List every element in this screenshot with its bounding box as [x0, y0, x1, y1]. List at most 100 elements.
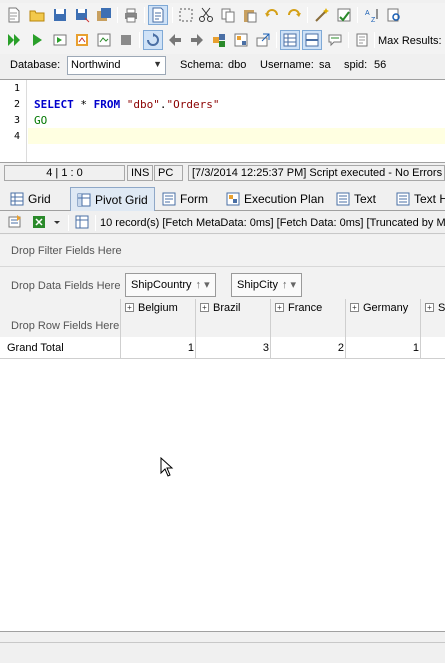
database-select[interactable]: Northwind ▼	[67, 56, 166, 75]
tab-text[interactable]: Text	[330, 187, 382, 211]
text-history-icon	[396, 192, 410, 206]
tab-text-history[interactable]: Text H	[390, 187, 445, 211]
copy-icon[interactable]	[218, 5, 238, 25]
pivot-grid: Drop Filter Fields Here Drop Data Fields…	[0, 235, 445, 632]
username-value: sa	[319, 59, 331, 71]
redo-icon[interactable]	[284, 5, 304, 25]
svg-text:A: A	[365, 10, 370, 17]
text-icon	[336, 192, 350, 206]
mouse-cursor-icon	[160, 456, 174, 480]
transaction-icon[interactable]	[143, 30, 163, 50]
select-region-icon[interactable]	[176, 5, 196, 25]
export-icon[interactable]	[253, 30, 273, 50]
filter-drop-zone[interactable]: Drop Filter Fields Here	[0, 235, 445, 267]
chevron-down-icon: ▼	[153, 59, 162, 69]
form-icon	[162, 192, 176, 206]
paste-icon[interactable]	[240, 5, 260, 25]
save-icon[interactable]	[50, 5, 70, 25]
grand-total-cell[interactable]: 1	[345, 342, 419, 354]
insert-mode: INS	[127, 165, 153, 181]
sql-editor[interactable]: 1 2 3 4 SELECT * FROM "dbo"."Orders" GO	[0, 79, 445, 163]
line-number: 3	[13, 115, 20, 126]
field-shipcountry[interactable]: ShipCountry ↑ ▾	[125, 273, 216, 297]
code-line: SELECT * FROM "dbo"."Orders"	[34, 98, 220, 111]
expand-icon[interactable]: +	[425, 303, 434, 312]
schema-identifier: "dbo"	[126, 98, 160, 111]
line-number: 2	[13, 99, 20, 110]
commit-icon[interactable]	[165, 30, 185, 50]
query-builder-icon[interactable]	[209, 30, 229, 50]
export-results-icon[interactable]	[5, 212, 25, 232]
schema-value: dbo	[228, 59, 247, 71]
username-label: Username:	[260, 59, 314, 71]
sort-icon[interactable]: AZ	[362, 5, 382, 25]
save-as-icon[interactable]	[72, 5, 92, 25]
tab-form[interactable]: Form	[156, 187, 214, 211]
tab-grid[interactable]: Grid	[4, 187, 57, 211]
current-line-highlight	[28, 128, 445, 144]
open-folder-icon[interactable]	[27, 5, 47, 25]
column-header-germany[interactable]: + Germany	[345, 299, 420, 337]
database-label: Database:	[10, 59, 61, 71]
column-header-france[interactable]: + France	[270, 299, 345, 337]
line-ending-mode: PC	[154, 165, 183, 181]
tab-execution-plan[interactable]: Execution Plan	[220, 187, 330, 211]
code-line: GO	[34, 114, 48, 127]
page-icon[interactable]	[148, 5, 168, 25]
execute-plan-icon[interactable]	[72, 30, 92, 50]
schema-icon[interactable]	[231, 30, 251, 50]
comment-icon[interactable]	[325, 30, 345, 50]
stop-icon[interactable]	[116, 30, 136, 50]
connection-bar: Database: Northwind ▼ Schema: dbo Userna…	[0, 54, 445, 76]
cut-icon[interactable]	[196, 5, 216, 25]
expand-icon[interactable]: +	[125, 303, 134, 312]
grid-layout-icon[interactable]	[280, 30, 300, 50]
line-number: 1	[13, 83, 20, 94]
new-file-icon[interactable]	[4, 5, 24, 25]
execution-message: [7/3/2014 12:25:37 PM] Script executed -…	[188, 165, 445, 181]
column-header-belgium[interactable]: + Belgium	[120, 299, 195, 337]
save-all-icon[interactable]	[94, 5, 114, 25]
excel-icon[interactable]	[29, 212, 49, 232]
find-icon[interactable]	[384, 5, 404, 25]
grand-total-cell[interactable]: 3	[195, 342, 269, 354]
print-icon[interactable]	[121, 5, 141, 25]
expand-icon[interactable]: +	[200, 303, 209, 312]
svg-text:Z: Z	[371, 17, 376, 23]
row-zone-label: Drop Row Fields Here	[11, 320, 120, 332]
execute-wand-icon[interactable]	[312, 5, 332, 25]
execute-all-icon[interactable]	[4, 30, 24, 50]
column-header-brazil[interactable]: + Brazil	[195, 299, 270, 337]
column-header-s[interactable]: + S	[420, 299, 445, 337]
grand-total-label: Grand Total	[7, 342, 64, 354]
main-toolbar: AZ	[0, 3, 445, 29]
expand-icon[interactable]: +	[275, 303, 284, 312]
execute-step-icon[interactable]	[50, 30, 70, 50]
keyword-from: FROM	[93, 98, 121, 111]
tab-pivot-grid[interactable]: Pivot Grid	[70, 187, 155, 211]
export-dropdown-icon[interactable]	[50, 212, 64, 232]
pivot-layout-icon[interactable]	[72, 212, 92, 232]
table-identifier: "Orders"	[166, 98, 220, 111]
pivot-grid-icon	[77, 193, 91, 206]
split-layout-icon[interactable]	[302, 30, 322, 50]
cursor-position: 4 | 1 : 0	[4, 165, 125, 181]
execution-plan-icon	[226, 192, 240, 206]
expand-icon[interactable]: +	[350, 303, 359, 312]
rollback-icon[interactable]	[187, 30, 207, 50]
execute-icon[interactable]	[27, 30, 47, 50]
grand-total-cell[interactable]: 1	[120, 342, 194, 354]
explain-icon[interactable]	[94, 30, 114, 50]
editor-status-bar: 4 | 1 : 0 INS PC [7/3/2014 12:25:37 PM] …	[0, 165, 445, 181]
sort-filter-icon: ↑ ▾	[195, 279, 210, 291]
line-number-gutter: 1 2 3 4	[0, 80, 27, 162]
print-preview-icon[interactable]	[352, 30, 372, 50]
data-zone-label: Drop Data Fields Here	[11, 280, 121, 292]
record-count-info: 10 record(s) [Fetch MetaData: 0ms] [Fetc…	[100, 217, 445, 229]
field-shipcity[interactable]: ShipCity ↑ ▾	[231, 273, 303, 297]
line-number: 4	[13, 131, 20, 142]
grand-total-cell[interactable]: 2	[270, 342, 344, 354]
grid-icon	[10, 192, 24, 206]
undo-icon[interactable]	[262, 5, 282, 25]
format-sql-icon[interactable]	[334, 5, 354, 25]
